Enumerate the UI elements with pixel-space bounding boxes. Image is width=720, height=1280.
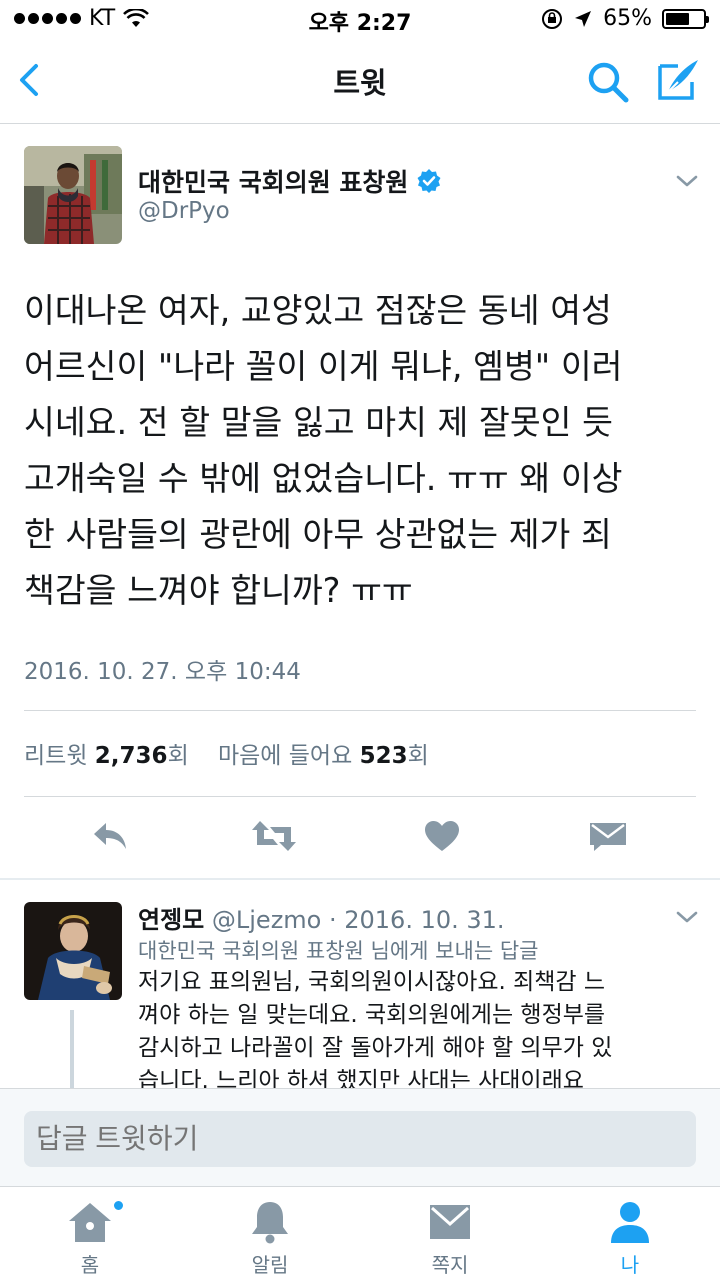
home-icon: [69, 1203, 111, 1242]
like-button[interactable]: [418, 812, 466, 860]
reply-button[interactable]: [86, 812, 134, 860]
tab-label: 홈: [80, 1253, 100, 1277]
author-name-text: 대한민국 국회의원 표창원: [138, 168, 409, 197]
tweet-text-line: 시네요. 전 할 말을 잃고 마치 제 잘못인 듯: [24, 403, 613, 442]
envelope-icon: [590, 823, 626, 851]
reply-author-meta[interactable]: @Ljezmo · 2016. 10. 31.: [212, 906, 505, 934]
notification-dot: [112, 1199, 125, 1212]
nav-bar: 트윗: [0, 40, 720, 124]
heart-icon: [425, 821, 459, 851]
tweet-timestamp: 2016. 10. 27. 오후 10:44: [24, 659, 301, 685]
reply-text-line: 감시하고 나라꼴이 잘 돌아가게 해야 할 의무가 있: [138, 1035, 613, 1061]
chevron-down-icon[interactable]: [674, 168, 700, 194]
tab-label: 쪽지: [431, 1253, 469, 1277]
retweet-count: 2,736: [94, 743, 168, 769]
location-arrow-icon: [575, 10, 592, 27]
likes-stat[interactable]: 마음에 들어요 523회: [218, 743, 429, 769]
tweet-stats: 리트윗 2,736회 마음에 들어요 523회: [24, 736, 429, 770]
retweet-label: 리트윗: [24, 743, 88, 769]
rotation-lock-icon: [542, 8, 563, 29]
replying-to-label[interactable]: 대한민국 국회의원 표창원 님에게 보내는 답글: [138, 935, 538, 965]
section-divider: [0, 878, 720, 880]
tweet-text-line: 고개숙일 수 밖에 없었습니다. ㅠㅠ 왜 이상: [24, 459, 623, 498]
reply-text-line: 껴야 하는 일 맞는데요. 국회의원에게는 행정부를: [138, 1002, 606, 1028]
divider: [24, 796, 696, 797]
author-name[interactable]: 대한민국 국회의원 표창원: [138, 163, 442, 199]
retweets-stat[interactable]: 리트윗 2,736회: [24, 743, 189, 769]
tweet-text-line: 이대나온 여자, 교양있고 점잖은 동네 여성: [24, 291, 612, 330]
status-bar: KT 오후 2:27 65%: [0, 0, 720, 40]
reply-text-line: 습니다. 느리아 하셔 했지만 사대는 사대이래요: [138, 1068, 584, 1088]
tab-label: 알림: [251, 1253, 289, 1277]
retweet-button[interactable]: [250, 812, 298, 860]
tweet-text-line: 책감을 느껴야 합니까? ㅠㅠ: [24, 571, 413, 610]
thread-connector: [70, 1010, 74, 1090]
tab-notifications[interactable]: 알림: [180, 1187, 360, 1280]
tab-messages[interactable]: 쪽지: [360, 1187, 540, 1280]
reply-compose-bar: [0, 1088, 720, 1186]
author-handle[interactable]: @DrPyo: [138, 198, 230, 224]
divider: [24, 710, 696, 711]
tab-bar: 홈 알림 쪽지 나: [0, 1186, 720, 1280]
person-icon: [611, 1202, 649, 1243]
reply-author-name[interactable]: 연젱모: [138, 906, 204, 934]
bell-icon: [252, 1202, 288, 1244]
retweet-icon: [252, 821, 296, 851]
tweet-text-line: 한 사람들의 광란에 아무 상관없는 제가 죄: [24, 515, 612, 554]
like-count: 523: [359, 743, 408, 769]
tweet-text: 이대나온 여자, 교양있고 점잖은 동네 여성 어르신이 "나라 꼴이 이게 뭐…: [24, 283, 700, 619]
tab-home[interactable]: 홈: [0, 1187, 180, 1280]
reply-icon: [94, 823, 126, 849]
battery-icon: [662, 8, 709, 29]
like-unit: 회: [407, 743, 429, 769]
reply-header: 연젱모 @Ljezmo · 2016. 10. 31.: [138, 900, 505, 935]
chevron-down-icon[interactable]: [674, 904, 700, 930]
compose-tweet-icon[interactable]: [654, 56, 702, 104]
reply-input[interactable]: [24, 1111, 696, 1167]
reply-author-avatar[interactable]: [24, 902, 122, 1000]
battery-percentage: 65%: [603, 6, 652, 31]
verified-badge-icon: [417, 169, 441, 193]
author-avatar[interactable]: [24, 146, 122, 244]
like-label: 마음에 들어요: [217, 743, 353, 769]
direct-message-button[interactable]: [584, 812, 632, 860]
retweet-unit: 회: [167, 743, 189, 769]
reply-text: 저기요 표의원님, 국회의원이시잖아요. 죄책감 느 껴야 하는 일 맞는데요.…: [138, 966, 700, 1088]
envelope-icon: [430, 1205, 470, 1239]
tweet-text-line: 어르신이 "나라 꼴이 이게 뭐냐, 옘병" 이러: [24, 347, 623, 386]
search-icon[interactable]: [584, 58, 632, 106]
reply-text-line: 저기요 표의원님, 국회의원이시잖아요. 죄책감 느: [138, 969, 606, 995]
tab-me[interactable]: 나: [540, 1187, 720, 1280]
tab-label: 나: [620, 1253, 640, 1277]
